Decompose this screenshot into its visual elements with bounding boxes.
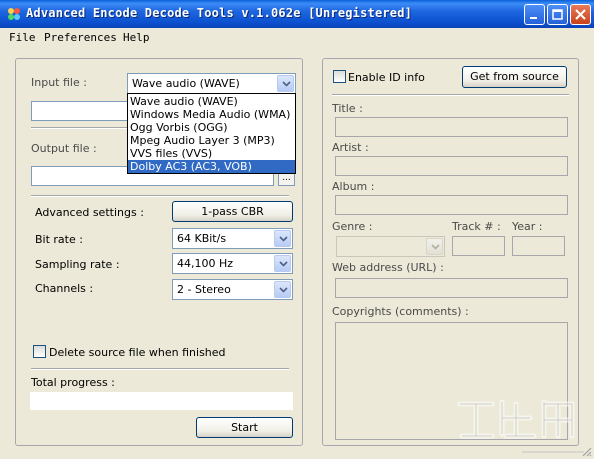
album-label: Album : <box>332 180 375 193</box>
track-label: Track # : <box>452 220 501 233</box>
genre-label: Genre : <box>332 220 373 233</box>
bit-rate-label: Bit rate : <box>35 233 83 246</box>
menu-file[interactable]: File <box>9 31 36 44</box>
sampling-rate-select[interactable]: 44,100 Hz <box>172 253 293 274</box>
close-button[interactable] <box>570 4 591 25</box>
format-option[interactable]: Wave audio (WAVE) <box>128 95 295 108</box>
format-option[interactable]: Mpeg Audio Layer 3 (MP3) <box>128 134 295 147</box>
total-progress-label: Total progress : <box>31 376 115 389</box>
advanced-settings-button[interactable]: 1-pass CBR <box>172 201 293 222</box>
enable-id-checkbox[interactable] <box>333 70 346 83</box>
channels-select[interactable]: 2 - Stereo <box>172 279 293 300</box>
enable-id-label[interactable]: Enable ID info <box>348 71 425 84</box>
format-option[interactable]: Windows Media Audio (WMA) <box>128 108 295 121</box>
artist-label: Artist : <box>332 141 369 154</box>
output-browse-button[interactable]: ... <box>278 172 295 186</box>
menu-bar: File Preferences Help <box>0 28 594 48</box>
sampling-rate-dropdown-button[interactable] <box>274 255 291 272</box>
watermark-logo <box>457 399 584 453</box>
chevron-down-icon <box>282 81 291 87</box>
web-address-field[interactable] <box>335 278 568 298</box>
format-option[interactable]: Ogg Vorbis (OGG) <box>128 121 295 134</box>
input-file-label: Input file : <box>31 76 87 89</box>
web-address-label: Web address (URL) : <box>332 261 444 274</box>
chevron-down-icon <box>431 244 440 250</box>
year-label: Year : <box>512 220 543 233</box>
genre-dropdown-button[interactable] <box>426 238 443 255</box>
sampling-rate-label: Sampling rate : <box>35 258 120 271</box>
artist-field[interactable] <box>335 156 568 176</box>
start-button[interactable]: Start <box>196 417 293 438</box>
advanced-settings-label: Advanced settings : <box>35 206 144 219</box>
divider <box>31 368 289 370</box>
maximize-button[interactable] <box>547 4 568 25</box>
get-from-source-button[interactable]: Get from source <box>462 66 567 88</box>
format-option-selected[interactable]: Dolby AC3 (AC3, VOB) <box>128 160 295 173</box>
minimize-button[interactable] <box>524 4 545 25</box>
bit-rate-select[interactable]: 64 KBit/s <box>172 228 293 249</box>
copyrights-label: Copyrights (comments) : <box>332 305 469 318</box>
divider <box>332 94 569 96</box>
track-field[interactable] <box>452 236 505 256</box>
input-format-dropdown-button[interactable] <box>277 75 294 92</box>
output-file-label: Output file : <box>31 142 97 155</box>
bit-rate-value: 64 KBit/s <box>177 232 227 245</box>
title-bar[interactable]: Advanced Encode Decode Tools v.1.062e [U… <box>0 0 594 28</box>
year-field[interactable] <box>512 236 565 256</box>
format-option[interactable]: VVS files (VVS) <box>128 147 295 160</box>
channels-value: 2 - Stereo <box>177 283 231 296</box>
genre-select[interactable] <box>336 236 445 257</box>
album-field[interactable] <box>335 195 568 215</box>
chevron-down-icon <box>279 261 288 267</box>
bit-rate-dropdown-button[interactable] <box>274 230 291 247</box>
menu-preferences[interactable]: Preferences <box>44 31 117 44</box>
channels-dropdown-button[interactable] <box>274 281 291 298</box>
sampling-rate-value: 44,100 Hz <box>177 257 234 270</box>
menu-help[interactable]: Help <box>123 31 150 44</box>
minimize-icon <box>530 17 537 19</box>
input-format-dropdown-list[interactable]: Wave audio (WAVE) Windows Media Audio (W… <box>127 93 296 174</box>
input-format-select[interactable]: Wave audio (WAVE) <box>127 73 296 94</box>
title-field[interactable] <box>335 117 568 137</box>
total-progress-bar <box>30 392 293 410</box>
browse-label: ... <box>282 173 291 183</box>
input-file-field[interactable] <box>31 101 128 121</box>
delete-source-label[interactable]: Delete source file when finished <box>49 346 226 359</box>
title-label: Title : <box>332 102 363 115</box>
close-icon <box>575 9 586 20</box>
chevron-down-icon <box>279 287 288 293</box>
maximize-icon <box>552 9 563 20</box>
app-icon <box>8 8 20 20</box>
input-format-value: Wave audio (WAVE) <box>132 77 240 90</box>
window-title: Advanced Encode Decode Tools v.1.062e [U… <box>26 6 413 20</box>
divider <box>31 195 289 197</box>
delete-source-checkbox[interactable] <box>33 345 46 358</box>
chevron-down-icon <box>279 236 288 242</box>
channels-label: Channels : <box>35 282 94 295</box>
